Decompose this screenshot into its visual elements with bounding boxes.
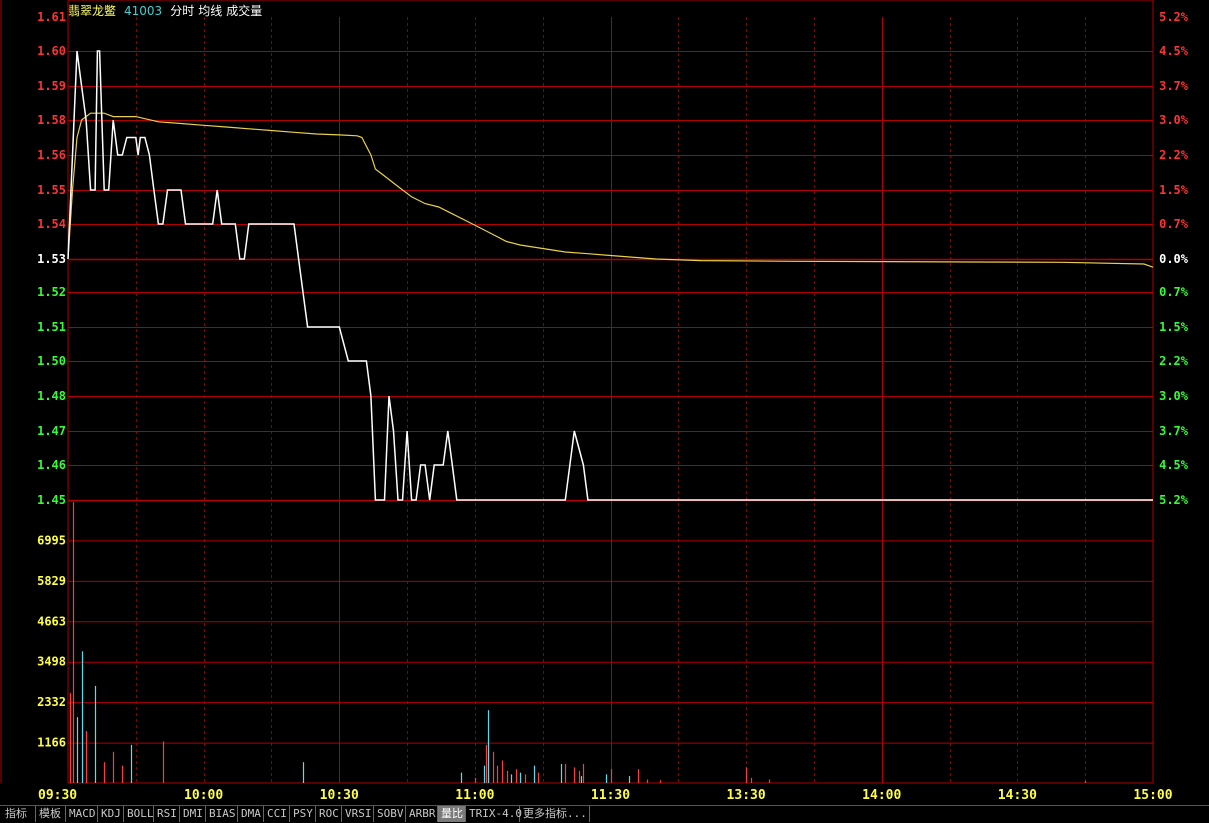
- price-tick-label: 1.46: [37, 458, 66, 472]
- time-tick-label: 10:00: [184, 788, 223, 803]
- toolbar-button[interactable]: KDJ: [98, 806, 124, 822]
- plot-frame: [67, 0, 1154, 784]
- percent-tick-label: 3.0%: [1159, 389, 1189, 403]
- price-tick-label: 1.61: [37, 10, 66, 24]
- time-tick-label: 14:00: [862, 788, 901, 803]
- volume-tick-label: 5829: [37, 574, 66, 588]
- percent-tick-label: 2.2%: [1159, 354, 1189, 368]
- time-tick-label: 09:30: [38, 788, 77, 803]
- price-tick-label: 1.58: [37, 113, 66, 127]
- toolbar-button[interactable]: BOLL: [124, 806, 154, 822]
- toolbar-button[interactable]: DMA: [238, 806, 264, 822]
- toolbar-button[interactable]: ARBR: [406, 806, 438, 822]
- time-tick-label: 11:30: [591, 788, 630, 803]
- price-tick-label: 1.47: [37, 424, 66, 438]
- price-tick-label: 1.52: [37, 285, 66, 299]
- volume-tick-label: 3498: [37, 655, 66, 669]
- toolbar-button[interactable]: PSY: [290, 806, 316, 822]
- toolbar-button[interactable]: DMI: [180, 806, 206, 822]
- toolbar-button[interactable]: ROC: [316, 806, 342, 822]
- intraday-chart[interactable]: 1.61 1.60 1.59 1.58 1.56 1.55 1.54 1.53 1.52 1.51…: [0, 0, 1209, 805]
- percent-tick-label: 3.7%: [1159, 424, 1189, 438]
- time-tick-label: 11:00: [455, 788, 494, 803]
- percent-tick-label: 3.0%: [1159, 113, 1189, 127]
- percent-tick-label: 4.5%: [1159, 458, 1189, 472]
- toolbar-button[interactable]: CCI: [264, 806, 290, 822]
- percent-tick-label: 5.2%: [1159, 10, 1189, 24]
- time-tick-label: 10:30: [320, 788, 359, 803]
- percent-tick-label: 1.5%: [1159, 320, 1189, 334]
- percent-tick-label: 5.2%: [1159, 493, 1189, 507]
- price-tick-label: 1.50: [37, 354, 66, 368]
- toolbar-button[interactable]: RSI: [154, 806, 180, 822]
- toolbar-button[interactable]: 更多指标...: [520, 806, 590, 822]
- indicator-toolbar: 指标 模板 MACD KDJ BOLL RSI DMI BIAS DMA CCI PSY ROC VRS…: [0, 805, 1209, 823]
- volume-tick-label: 6995: [37, 533, 66, 547]
- percent-tick-label: 0.7%: [1159, 285, 1189, 299]
- toolbar-button[interactable]: MACD: [66, 806, 98, 822]
- price-tick-label: 1.56: [37, 148, 66, 162]
- price-line: [67, 50, 1153, 501]
- toolbar-button[interactable]: 模板: [36, 806, 66, 822]
- price-tick-label: 1.59: [37, 79, 66, 93]
- price-tick-label: 1.60: [37, 44, 66, 58]
- percent-tick-label: 1.5%: [1159, 183, 1189, 197]
- percent-tick-label: 0.7%: [1159, 217, 1189, 231]
- percent-tick-label: 0.0%: [1159, 252, 1189, 266]
- time-tick-label: 14:30: [998, 788, 1037, 803]
- time-tick-label: 15:00: [1133, 788, 1172, 803]
- price-tick-label: 1.54: [37, 217, 66, 231]
- percent-tick-label: 3.7%: [1159, 79, 1189, 93]
- volume-tick-label: 2332: [37, 695, 66, 709]
- toolbar-button[interactable]: BIAS: [206, 806, 238, 822]
- toolbar-button[interactable]: SOBV: [374, 806, 406, 822]
- volume-tick-label: 4663: [37, 614, 66, 628]
- price-tick-label: 1.48: [37, 389, 66, 403]
- price-tick-label: 1.45: [37, 493, 66, 507]
- percent-tick-label: 2.2%: [1159, 148, 1189, 162]
- price-tick-label: 1.55: [37, 183, 66, 197]
- toolbar-button[interactable]: 指标: [2, 806, 36, 822]
- price-tick-label: 1.51: [37, 320, 66, 334]
- toolbar-button[interactable]: 量比: [438, 806, 466, 822]
- toolbar-button[interactable]: VRSI: [342, 806, 374, 822]
- volume-tick-label: 1166: [37, 736, 66, 750]
- percent-tick-label: 4.5%: [1159, 44, 1189, 58]
- time-tick-label: 13:30: [727, 788, 766, 803]
- toolbar-button[interactable]: TRIX-4.0: [466, 806, 522, 822]
- price-tick-label: 1.53: [37, 252, 66, 266]
